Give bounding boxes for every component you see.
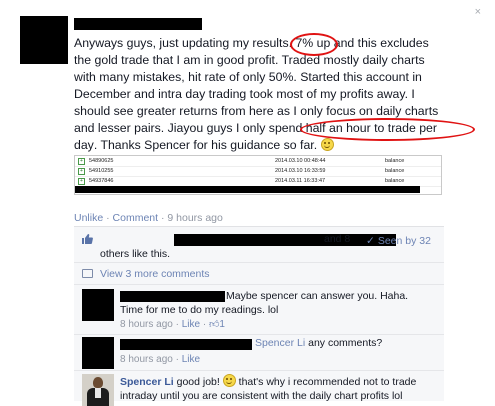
like-link[interactable]: Like	[182, 354, 200, 365]
seen-by[interactable]: ✓ Seen by 32	[366, 235, 431, 247]
separator: ·	[103, 212, 113, 224]
likes-and-count: and 8	[324, 233, 351, 245]
post-text-3: . Thanks Spencer for his guidance so far…	[93, 138, 321, 152]
likers-redacted	[174, 234, 396, 246]
author-name-redacted	[74, 18, 202, 30]
thumbs-up-icon	[82, 234, 93, 244]
commenter-avatar[interactable]	[82, 337, 114, 369]
redacted-bar	[75, 186, 420, 193]
like-link[interactable]: Like	[182, 319, 200, 330]
spencer-avatar[interactable]	[82, 374, 114, 406]
mention-link[interactable]: Spencer Li	[255, 337, 305, 349]
ticket-cell: 54910255	[89, 168, 114, 174]
comment-meta: 8 hours ago · Like · 👍︎1	[120, 319, 225, 330]
separator: ·	[158, 212, 168, 224]
type-cell: balance	[385, 158, 405, 164]
avatar-shirt	[95, 388, 101, 398]
smile-emoticon-icon	[222, 374, 236, 387]
ticket-cell: 54937846	[89, 178, 114, 184]
view-more-comments-link[interactable]: View 3 more comments	[100, 268, 210, 280]
likes-others[interactable]: others like this.	[100, 248, 170, 260]
divider	[74, 284, 444, 285]
check-icon: ✓	[366, 235, 375, 247]
comment-text: Spencer Li any comments?	[255, 337, 383, 349]
commenter-name-redacted	[120, 339, 252, 350]
divider	[74, 370, 444, 371]
close-icon[interactable]: ×	[475, 6, 481, 18]
comment-text: Spencer Li good job! that's why i recomm…	[120, 374, 417, 402]
post-timestamp[interactable]: 9 hours ago	[167, 212, 222, 224]
comment-time[interactable]: 8 hours ago	[120, 354, 173, 365]
feedback-panel: ✓ Seen by 32 and 8 others like this. View…	[74, 226, 444, 406]
datetime-cell: 2014.03.11 16:33:47	[275, 178, 326, 184]
comment-meta: 8 hours ago · Like	[120, 354, 201, 365]
plus-icon: +	[78, 178, 85, 185]
type-cell: balance	[385, 168, 405, 174]
ticket-cell: 54890625	[89, 158, 114, 164]
attached-screenshot[interactable]: + 54890625 2014.03.10 00:48:44 balance +…	[74, 155, 442, 195]
commenter-name[interactable]: Spencer Li	[120, 376, 174, 388]
comment-time[interactable]: 8 hours ago	[120, 319, 173, 330]
avatar-head	[93, 377, 103, 388]
plus-icon: +	[78, 168, 85, 175]
comment-like-count[interactable]: 1	[219, 319, 225, 330]
comment-link[interactable]: Comment	[113, 212, 159, 224]
post-body: Anyways guys, just updating my results. …	[74, 33, 475, 154]
post-text-1: Anyways guys, just updating my results.	[74, 36, 296, 50]
datetime-cell: 2014.03.10 16:33:59	[275, 168, 326, 174]
comment-bubble-icon	[82, 269, 93, 278]
highlight-7pct: 7% up	[290, 33, 339, 56]
type-cell: balance	[385, 178, 405, 184]
smile-emoticon-icon	[320, 138, 334, 151]
thumbs-up-icon: 👍︎	[208, 319, 220, 330]
datetime-cell: 2014.03.10 00:48:44	[275, 158, 326, 164]
divider	[74, 334, 444, 335]
plus-icon: +	[78, 158, 85, 165]
commenter-avatar[interactable]	[82, 289, 114, 321]
comment-text: Maybe spencer can answer you. Haha. Time…	[120, 290, 409, 316]
divider	[74, 262, 444, 263]
unlike-link[interactable]: Unlike	[74, 212, 103, 224]
author-avatar[interactable]	[20, 16, 68, 64]
post-actions: Unlike · Comment · 9 hours ago	[74, 212, 223, 224]
